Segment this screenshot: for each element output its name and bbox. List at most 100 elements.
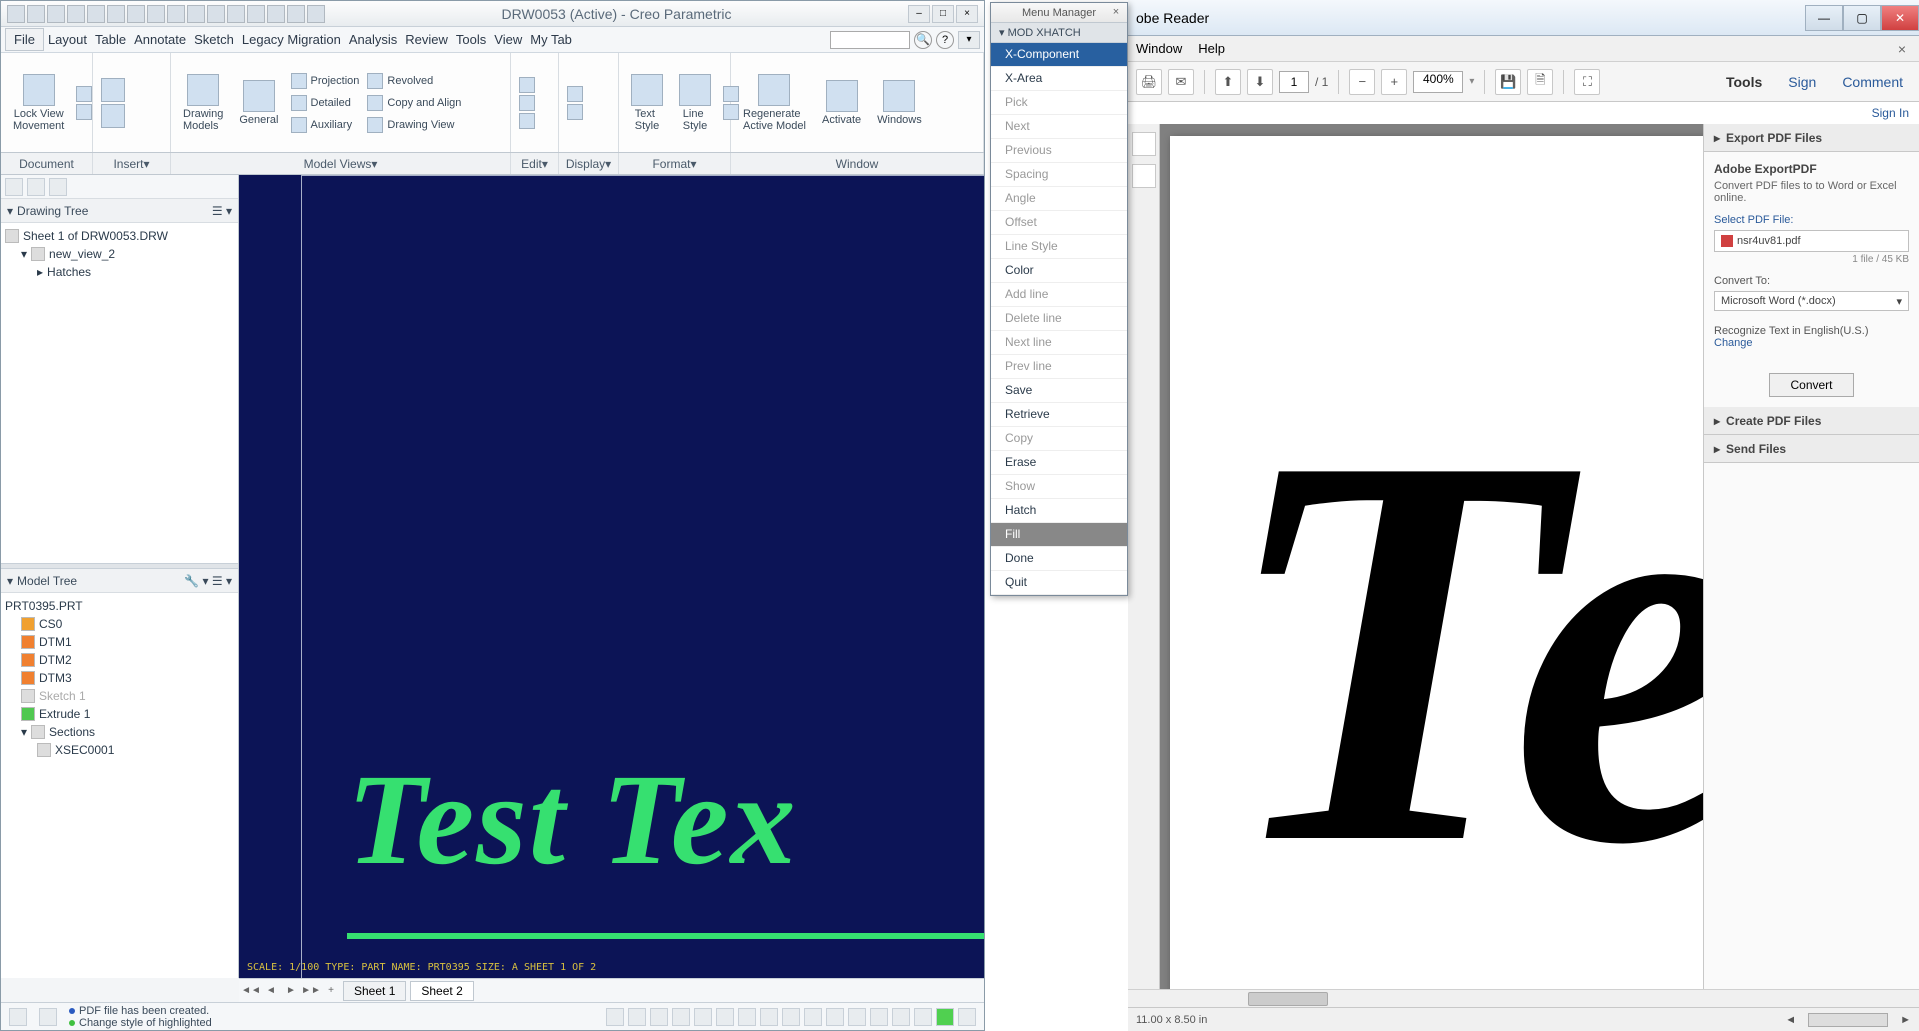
ribbon-small-icon[interactable] [76,104,92,120]
status-icon[interactable] [39,1008,57,1026]
sheet-nav-next[interactable]: ► [283,983,299,999]
sheet-nav-last[interactable]: ►► [303,983,319,999]
menu-analysis[interactable]: Analysis [345,28,401,51]
create-pdf-header[interactable]: ▸ Create PDF Files [1704,407,1919,435]
line-style-button[interactable]: Line Style [675,72,715,134]
tool-icon[interactable] [914,1008,932,1026]
tool-icon[interactable] [694,1008,712,1026]
qat-icon[interactable] [67,5,85,23]
sheet-nav-first[interactable]: ◄◄ [243,983,259,999]
qat-icon[interactable] [27,5,45,23]
tool-icon[interactable] [606,1008,624,1026]
sheet-tab-1[interactable]: Sheet 1 [343,981,406,1001]
tool-icon[interactable] [826,1008,844,1026]
search-icon[interactable]: 🔍 [914,31,932,49]
help-icon[interactable]: ? [936,31,954,49]
tool-icon[interactable] [958,1008,976,1026]
change-link[interactable]: Change [1714,337,1909,349]
tools-button[interactable]: Tools [1718,70,1770,94]
export-header[interactable]: ▸ Export PDF Files [1704,124,1919,152]
menu-mytab[interactable]: My Tab [526,28,576,51]
adobe-document-area[interactable]: Te [1160,124,1703,989]
tool-icon[interactable] [892,1008,910,1026]
menu-item[interactable]: Save [991,379,1127,403]
sidebar-icon[interactable] [5,178,23,196]
qat-icon[interactable] [107,5,125,23]
detailed-button[interactable]: Detailed [291,93,360,113]
tool-icon[interactable] [870,1008,888,1026]
qat-icon[interactable] [287,5,305,23]
sheet-tab-2[interactable]: Sheet 2 [410,981,473,1001]
email-icon[interactable]: ✉ [1168,69,1194,95]
zoom-in-icon[interactable]: + [1381,69,1407,95]
qat-icon[interactable] [167,5,185,23]
regenerate-button[interactable]: Regenerate Active Model [739,72,810,134]
qat-icon[interactable] [227,5,245,23]
menu-sketch[interactable]: Sketch [190,28,238,51]
tool-icon[interactable] [760,1008,778,1026]
windows-button[interactable]: Windows [873,78,926,128]
display-icon[interactable] [567,104,583,120]
send-files-header[interactable]: ▸ Send Files [1704,435,1919,463]
convert-button[interactable]: Convert [1769,373,1853,397]
activate-button[interactable]: Activate [818,78,865,128]
drawing-canvas[interactable]: Test Tex SECTION XSEC0001-XSEC0001 X.X +… [239,175,984,978]
tree-item[interactable]: Sketch 1 [5,687,234,705]
tree-item[interactable]: DTM3 [5,669,234,687]
revolved-button[interactable]: Revolved [367,71,461,91]
tool-icon[interactable] [936,1008,954,1026]
thumbnails-icon[interactable] [1132,132,1156,156]
selected-file[interactable]: nsr4uv81.pdf [1714,230,1909,252]
menu-table[interactable]: Table [91,28,130,51]
menu-item[interactable]: Retrieve [991,403,1127,427]
ribbon-small-icon[interactable] [101,78,125,102]
qat-icon[interactable] [127,5,145,23]
menu-help[interactable]: Help [1198,41,1225,56]
menu-annotate[interactable]: Annotate [130,28,190,51]
sidebar-icon[interactable] [27,178,45,196]
qat-icon[interactable] [247,5,265,23]
ribbon-small-icon[interactable] [101,104,125,128]
tree-item[interactable]: ▸ Hatches [5,263,234,281]
tree-item[interactable]: DTM1 [5,633,234,651]
maximize-button[interactable]: □ [932,5,954,23]
menu-item[interactable]: X-Component [991,43,1127,67]
drawing-view-button[interactable]: Drawing View [367,115,461,135]
page-down-icon[interactable]: ⬇ [1247,69,1273,95]
save-icon[interactable]: 💾 [1495,69,1521,95]
page-number-input[interactable] [1279,71,1309,93]
close-doc-button[interactable]: × [1893,40,1911,58]
tool-icon[interactable] [650,1008,668,1026]
menu-legacy[interactable]: Legacy Migration [238,28,345,51]
projection-button[interactable]: Projection [291,71,360,91]
qat-icon[interactable] [187,5,205,23]
tree-item[interactable]: DTM2 [5,651,234,669]
minimize-button[interactable]: — [1805,5,1843,31]
menu-item[interactable]: X-Area [991,67,1127,91]
tree-item[interactable]: Extrude 1 [5,705,234,723]
qat-icon[interactable] [87,5,105,23]
status-icon[interactable] [9,1008,27,1026]
tree-item[interactable]: PRT0395.PRT [5,597,234,615]
text-style-button[interactable]: Text Style [627,72,667,134]
sign-button[interactable]: Sign [1780,70,1824,94]
qat-icon[interactable] [207,5,225,23]
tree-item[interactable]: XSEC0001 [5,741,234,759]
qat-icon[interactable] [47,5,65,23]
tool-icon[interactable] [804,1008,822,1026]
tree-item[interactable]: ▾ new_view_2 [5,245,234,263]
display-icon[interactable] [567,86,583,102]
qat-icon[interactable] [147,5,165,23]
lock-view-button[interactable]: Lock View Movement [9,72,68,134]
menu-item[interactable]: Done [991,547,1127,571]
menu-manager-close[interactable]: × [1109,5,1123,19]
scrollbar-thumb[interactable] [1248,992,1328,1006]
menu-view[interactable]: View [490,28,526,51]
menu-tools[interactable]: Tools [452,28,490,51]
menu-window[interactable]: Window [1136,41,1182,56]
menu-item[interactable]: Erase [991,451,1127,475]
menu-item[interactable]: Color [991,259,1127,283]
tree-item[interactable]: CS0 [5,615,234,633]
edit-icon[interactable] [519,95,535,111]
status-scrollbar[interactable] [1808,1013,1888,1027]
